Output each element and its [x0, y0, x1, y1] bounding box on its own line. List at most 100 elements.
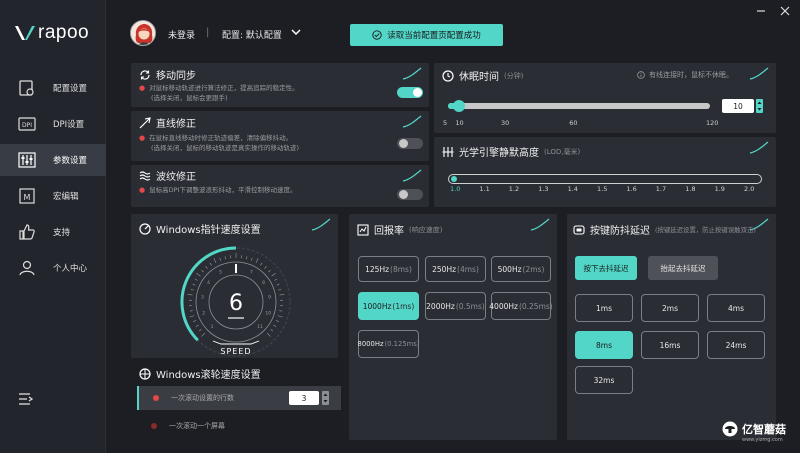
gauge-tick-mark [224, 256, 226, 260]
speed-gauge-icon [139, 222, 151, 235]
debounce-4ms-button[interactable]: 4ms [707, 294, 765, 322]
debounce-32ms-button[interactable]: 32ms [575, 366, 633, 394]
rapoo-v-icon [15, 26, 35, 40]
gauge-tick-label: 10 [265, 311, 271, 317]
top-bar: 未登录 | 配置: 默认配置 读取当前配置页配置成功 [106, 0, 800, 62]
sidebar-item-dpi[interactable]: DPI DPI设置 [0, 108, 106, 140]
sleep-value-input[interactable]: 10 [722, 99, 754, 113]
gauge-tick-mark [205, 266, 208, 269]
minimize-icon[interactable] [756, 6, 766, 16]
corner-decoration-icon [402, 67, 422, 80]
lod-unit: (LOD,毫米) [544, 147, 581, 156]
gauge-tick-mark [270, 328, 274, 332]
lod-slider-track[interactable] [448, 174, 762, 184]
debounce-2ms-button[interactable]: 2ms [641, 294, 699, 322]
report-rate-icon [357, 223, 369, 236]
sidebar-item-profile[interactable]: 个人中心 [0, 252, 106, 284]
gauge-tick-mark [276, 283, 280, 286]
angle-snap-toggle[interactable] [397, 138, 423, 149]
scroll-lines-input[interactable]: 3 [289, 391, 319, 405]
lod-tick-label: 1.5 [597, 185, 608, 193]
sidebar-item-label: 配置设置 [53, 84, 88, 94]
sidebar: rapoo 配置设置 DPI DPI设置 参数设置 M 宏编辑 支持 个人中心 [0, 0, 106, 453]
sidebar-item-support[interactable]: 支持 [0, 216, 106, 248]
polling-4000hz-button[interactable]: 4000Hz (0.25ms) [489, 292, 553, 320]
polling-125hz-button[interactable]: 125Hz (8ms) [358, 256, 419, 282]
corner-decoration-icon [311, 218, 331, 231]
tab-release-debounce[interactable]: 抬起去抖延迟 [648, 256, 718, 280]
gauge-tick-mark [278, 288, 282, 291]
lod-title: 光学引擎静默高度 [459, 148, 539, 159]
sleep-stepper-icon[interactable] [756, 99, 763, 113]
corner-decoration-icon [530, 218, 550, 231]
polling-2000hz-button[interactable]: 2000Hz (0.5ms) [425, 292, 486, 320]
sleep-slider-track[interactable] [448, 100, 710, 112]
ripple-toggle[interactable] [397, 189, 423, 200]
scroll-screen-option[interactable]: 一次滚动一个屏幕 [137, 414, 341, 438]
sidebar-item-macro[interactable]: M 宏编辑 [0, 180, 106, 212]
login-status[interactable]: 未登录 [168, 28, 195, 41]
lod-tick-label: 2.0 [744, 185, 755, 193]
gauge-tick-mark [189, 310, 193, 312]
scroll-title: Windows滚轮速度设置 [156, 370, 261, 381]
sidebar-item-label: DPI设置 [53, 120, 85, 130]
speed-label: SPEED [220, 347, 251, 356]
sidebar-item-params[interactable]: 参数设置 [0, 144, 106, 176]
tab-press-debounce[interactable]: 按下去抖延迟 [575, 256, 637, 280]
scroll-lines-option[interactable]: 一次滚动设置的行数 3 [137, 386, 341, 410]
debounce-8ms-button[interactable]: 8ms [575, 331, 633, 359]
debounce-1ms-button[interactable]: 1ms [575, 294, 633, 322]
lod-tick-label: 1.9 [714, 185, 725, 193]
gauge-tick-label: 2 [202, 311, 205, 317]
sleep-slider-thumb[interactable] [453, 100, 466, 112]
chevron-down-icon[interactable] [290, 27, 302, 37]
sleep-tick-label: 30 [500, 119, 510, 127]
polling-500hz-button[interactable]: 500Hz (2ms) [491, 256, 551, 282]
polling-1000hz-button[interactable]: 1000Hz (1ms) [358, 292, 419, 320]
scroll-stepper-icon[interactable] [322, 391, 329, 405]
key-icon [573, 224, 585, 235]
debounce-16ms-button[interactable]: 16ms [641, 331, 699, 359]
corner-decoration-icon [402, 115, 422, 128]
lod-tick-label: 1.8 [685, 185, 696, 193]
close-icon[interactable] [780, 6, 790, 16]
sidebar-item-config[interactable]: 配置设置 [0, 72, 106, 104]
watermark: 亿智蘑菇 www.yizmg.com [722, 421, 786, 443]
lod-slider-thumb[interactable] [451, 176, 457, 182]
angle-snap-panel: 直线修正 ● 在鼠标直线移动时修正轨迹偏差，清除偏移抖动。 (选择关闭，鼠标的移动… [131, 111, 429, 161]
info-icon [637, 71, 645, 79]
gauge-tick-mark [246, 256, 248, 260]
gauge-tick-label: 8 [262, 280, 265, 286]
lod-tick-label: 1.2 [508, 185, 520, 193]
debounce-24ms-button[interactable]: 24ms [707, 331, 765, 359]
debounce-subtitle: (按键延迟设置，防止按键误触双击) [655, 226, 756, 234]
gauge-tick-mark [255, 258, 259, 263]
pointer-speed-panel: Windows指针速度设置 1234567891011 6 SPEED [131, 214, 338, 358]
motion-sync-toggle[interactable] [397, 87, 423, 98]
speed-gauge[interactable]: 1234567891011 6 SPEED [171, 240, 301, 360]
scroll-screen-label: 一次滚动一个屏幕 [169, 422, 225, 430]
avatar[interactable] [130, 20, 156, 46]
ripple-title: 波纹修正 [156, 172, 196, 183]
collapse-icon[interactable] [18, 392, 34, 406]
lod-tick-label: 1.0 [450, 185, 461, 193]
corner-decoration-icon [749, 141, 769, 154]
gauge-tick-mark [196, 272, 201, 277]
gauge-tick-mark [190, 288, 194, 291]
sidebar-item-label: 个人中心 [53, 264, 88, 274]
polling-8000hz-button[interactable]: 8000Hz (0.125ms) [358, 330, 419, 358]
sync-icon [140, 69, 150, 80]
clock-icon [442, 69, 454, 82]
config-selector[interactable]: 配置: 默认配置 [222, 28, 282, 41]
lod-panel: 光学引擎静默高度 (LOD,毫米) 1.0 1.1 1.2 1.3 1.4 1.5 1.6 1… [434, 137, 776, 207]
pointer-speed-title: Windows指针速度设置 [156, 225, 261, 236]
gauge-tick-mark [273, 324, 277, 327]
gauge-tick-mark [274, 278, 278, 281]
polling-250hz-button[interactable]: 250Hz (4ms) [425, 256, 486, 282]
sleep-tick-label: 10 [455, 119, 464, 127]
gauge-tick-mark [187, 294, 193, 296]
avatar-image [131, 21, 155, 45]
gauge-tick-label: 1 [211, 324, 214, 330]
thumbs-up-icon [19, 224, 35, 240]
gauge-tick-mark [277, 315, 283, 318]
